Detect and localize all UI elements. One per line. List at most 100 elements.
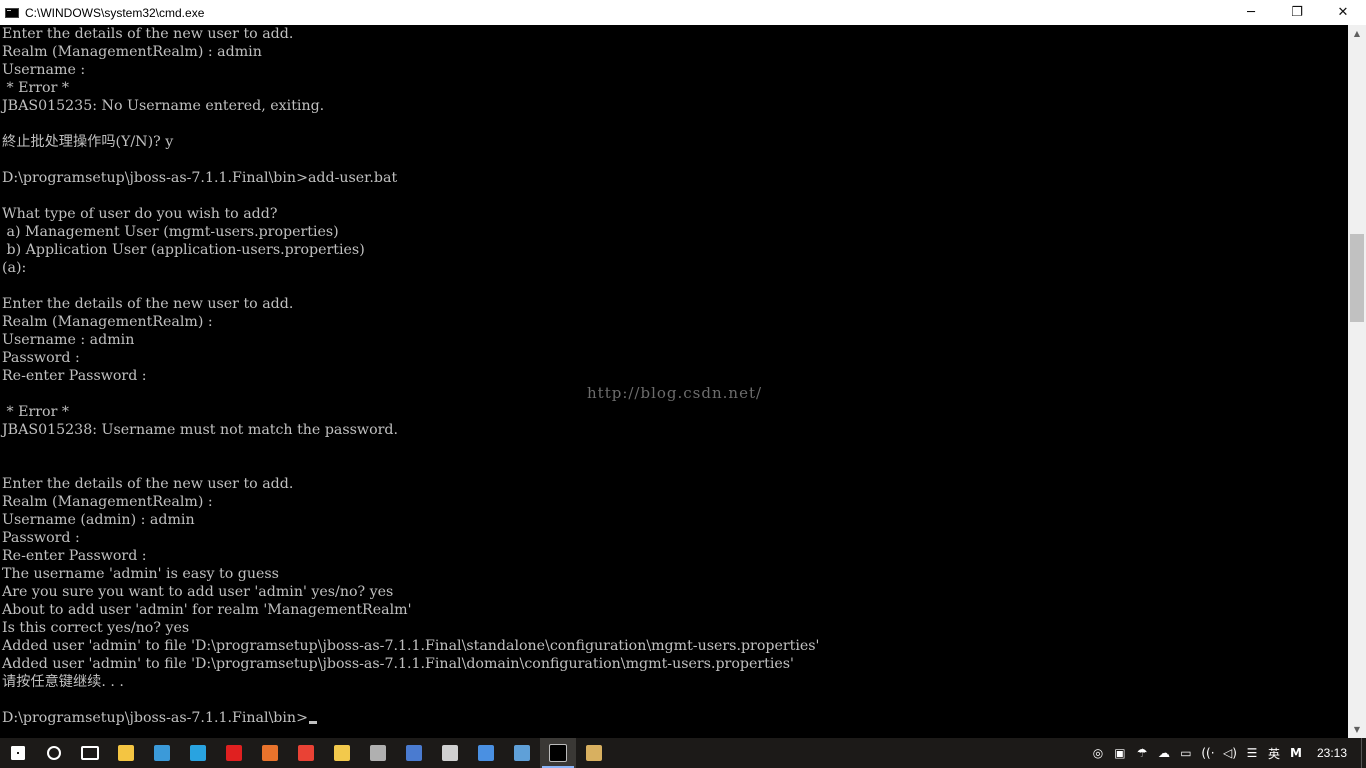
console-line: Password :: [2, 530, 80, 546]
console-line: Enter the details of the new user to add…: [2, 476, 294, 492]
console-line: The username 'admin' is easy to guess: [2, 566, 279, 582]
app-icon-3: [334, 745, 350, 761]
app-icon-5: [442, 745, 458, 761]
console-line: Are you sure you want to add user 'admin…: [2, 584, 394, 600]
taskbar-item[interactable]: [180, 738, 216, 768]
maximize-button[interactable]: ❐: [1274, 0, 1320, 25]
taskbar-item[interactable]: [540, 738, 576, 768]
title-bar[interactable]: C:\WINDOWS\system32\cmd.exe ─ ❐ ✕: [0, 0, 1366, 26]
taskbar-item[interactable]: [324, 738, 360, 768]
console-line: Added user 'admin' to file 'D:\programse…: [2, 638, 820, 654]
app-icon-1: [154, 745, 170, 761]
taskbar-item[interactable]: [36, 738, 72, 768]
cmd-app-icon: [549, 744, 567, 762]
console-line: Realm (ManagementRealm) :: [2, 494, 213, 510]
console-line: Realm (ManagementRealm) : admin: [2, 44, 262, 60]
tray-icon[interactable]: ◁): [1219, 738, 1241, 768]
ime-indicator[interactable]: 英: [1263, 738, 1285, 768]
app-icon-7: [514, 745, 530, 761]
pdf-app-icon: [262, 745, 278, 761]
taskbar-item[interactable]: [504, 738, 540, 768]
taskbar-item[interactable]: [288, 738, 324, 768]
taskbar-item[interactable]: [216, 738, 252, 768]
console-lines: Enter the details of the new user to add…: [2, 25, 819, 727]
app-icon-le: [226, 745, 242, 761]
tray-icons: ◎ ▣ ☂ ☁ ▭ ((· ◁) ☰: [1087, 738, 1263, 768]
vertical-scrollbar[interactable]: ▲ ▼: [1348, 25, 1366, 738]
console-line: Realm (ManagementRealm) :: [2, 314, 213, 330]
console-line: Username (admin) : admin: [2, 512, 195, 528]
console-line: D:\programsetup\jboss-as-7.1.1.Final\bin…: [2, 170, 398, 186]
console-line: D:\programsetup\jboss-as-7.1.1.Final\bin…: [2, 709, 819, 727]
console-line: (a):: [2, 260, 27, 276]
ime-mode-icon[interactable]: M: [1285, 738, 1307, 768]
console-line: Username :: [2, 62, 86, 78]
search-icon: [47, 746, 61, 760]
close-button[interactable]: ✕: [1320, 0, 1366, 25]
tray-icon[interactable]: ▭: [1175, 738, 1197, 768]
console-line: Added user 'admin' to file 'D:\programse…: [2, 656, 794, 672]
taskbar-item[interactable]: [468, 738, 504, 768]
tray-icon[interactable]: ☂: [1131, 738, 1153, 768]
console-line: Username : admin: [2, 332, 135, 348]
settings-app-icon: [370, 745, 386, 761]
scroll-up-arrow-icon[interactable]: ▲: [1348, 25, 1366, 42]
text-cursor: [308, 721, 317, 724]
tray-icon[interactable]: ☁: [1153, 738, 1175, 768]
cmd-window-icon[interactable]: [5, 7, 19, 18]
app-icon-6: [478, 745, 494, 761]
taskbar-item[interactable]: [108, 738, 144, 768]
watermark: http://blog.csdn.net/: [587, 384, 763, 402]
start-button-icon: [10, 745, 26, 761]
console-line: Is this correct yes/no? yes: [2, 620, 190, 636]
taskbar-item[interactable]: [252, 738, 288, 768]
app-icon-8: [586, 745, 602, 761]
taskbar-apps: [0, 738, 612, 768]
console-line: b) Application User (application-users.p…: [2, 242, 365, 258]
chrome-icon: [298, 745, 314, 761]
console-line: Enter the details of the new user to add…: [2, 26, 294, 42]
scroll-down-arrow-icon[interactable]: ▼: [1348, 721, 1366, 738]
tray-icon[interactable]: ▣: [1109, 738, 1131, 768]
task-view-icon: [81, 746, 99, 760]
scrollbar-thumb[interactable]: [1350, 234, 1364, 322]
console-line: Re-enter Password :: [2, 548, 147, 564]
tray-icon[interactable]: ((·: [1197, 738, 1219, 768]
taskbar-item[interactable]: [0, 738, 36, 768]
taskbar-item[interactable]: [72, 738, 108, 768]
console-line: * Error *: [2, 404, 69, 420]
taskbar-item[interactable]: [360, 738, 396, 768]
console-line: * Error *: [2, 80, 69, 96]
console-line: Password :: [2, 350, 80, 366]
app-icon-4: [406, 745, 422, 761]
taskbar-item[interactable]: [144, 738, 180, 768]
system-tray: ◎ ▣ ☂ ☁ ▭ ((· ◁) ☰ 英 M 23:13: [1087, 738, 1366, 768]
app-icon-2: [190, 745, 206, 761]
minimize-button[interactable]: ─: [1228, 0, 1274, 25]
taskbar-item[interactable]: [576, 738, 612, 768]
console-line: a) Management User (mgmt-users.propertie…: [2, 224, 339, 240]
window-title: C:\WINDOWS\system32\cmd.exe: [25, 5, 205, 20]
console-line: Re-enter Password :: [2, 368, 147, 384]
taskbar-item[interactable]: [432, 738, 468, 768]
console-line: JBAS015235: No Username entered, exiting…: [2, 98, 325, 114]
tray-icon[interactable]: ◎: [1087, 738, 1109, 768]
show-desktop-button[interactable]: [1361, 738, 1366, 768]
window-controls: ─ ❐ ✕: [1228, 0, 1366, 25]
console-line: JBAS015238: Username must not match the …: [2, 422, 398, 438]
tray-icon[interactable]: ☰: [1241, 738, 1263, 768]
clock-time[interactable]: 23:13: [1307, 746, 1361, 760]
console-line: What type of user do you wish to add?: [2, 206, 278, 222]
console-output[interactable]: Enter the details of the new user to add…: [0, 25, 1348, 738]
console-line: Enter the details of the new user to add…: [2, 296, 294, 312]
console-line: 请按任意键继续. . .: [2, 674, 124, 690]
console-line: 終止批处理操作吗(Y/N)? y: [2, 134, 174, 150]
taskbar-item[interactable]: [396, 738, 432, 768]
console-line: About to add user 'admin' for realm 'Man…: [2, 602, 412, 618]
